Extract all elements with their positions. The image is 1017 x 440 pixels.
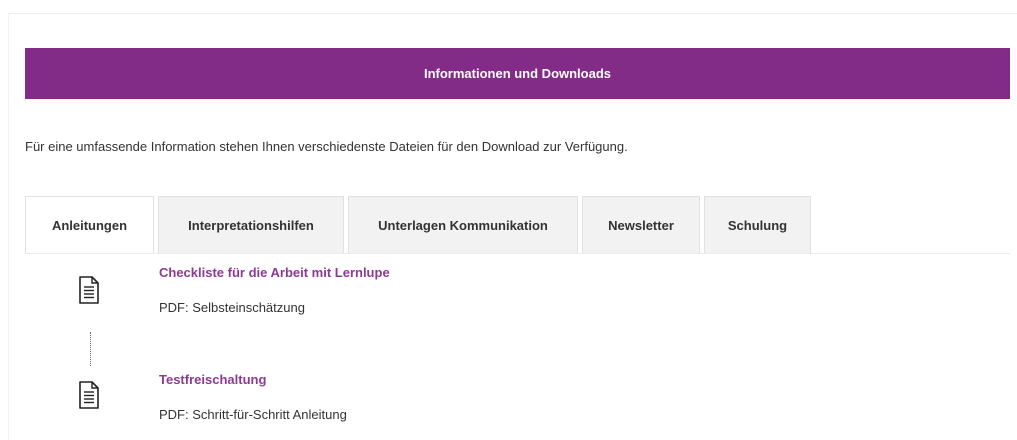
timeline-connector: [90, 332, 91, 366]
tab-bar: Anleitungen Interpretationshilfen Unterl…: [25, 196, 811, 254]
tab-unterlagen-kommunikation[interactable]: Unterlagen Kommunikation: [348, 196, 578, 254]
tab-label: Interpretationshilfen: [188, 218, 314, 233]
tab-label: Newsletter: [608, 218, 674, 233]
download-link[interactable]: Checkliste für die Arbeit mit Lernlupe: [159, 265, 390, 280]
tab-newsletter[interactable]: Newsletter: [582, 196, 700, 254]
tab-schulung[interactable]: Schulung: [704, 196, 811, 254]
tab-label: Unterlagen Kommunikation: [378, 218, 548, 233]
download-description: PDF: Selbsteinschätzung: [159, 300, 305, 315]
download-link[interactable]: Testfreischaltung: [159, 372, 266, 387]
intro-text: Für eine umfassende Information stehen I…: [25, 139, 628, 154]
tab-panel-anleitungen: Checkliste für die Arbeit mit Lernlupe P…: [25, 253, 1010, 440]
download-description: PDF: Schritt-für-Schritt Anleitung: [159, 407, 347, 422]
section-header-title: Informationen und Downloads: [423, 66, 612, 81]
tab-interpretationshilfen[interactable]: Interpretationshilfen: [158, 196, 344, 254]
tab-anleitungen[interactable]: Anleitungen: [25, 196, 154, 254]
document-icon: [79, 276, 99, 304]
section-header: Informationen und Downloads: [25, 48, 1010, 99]
tab-label: Schulung: [727, 218, 788, 233]
tab-label: Anleitungen: [51, 218, 128, 233]
document-icon: [79, 381, 99, 409]
